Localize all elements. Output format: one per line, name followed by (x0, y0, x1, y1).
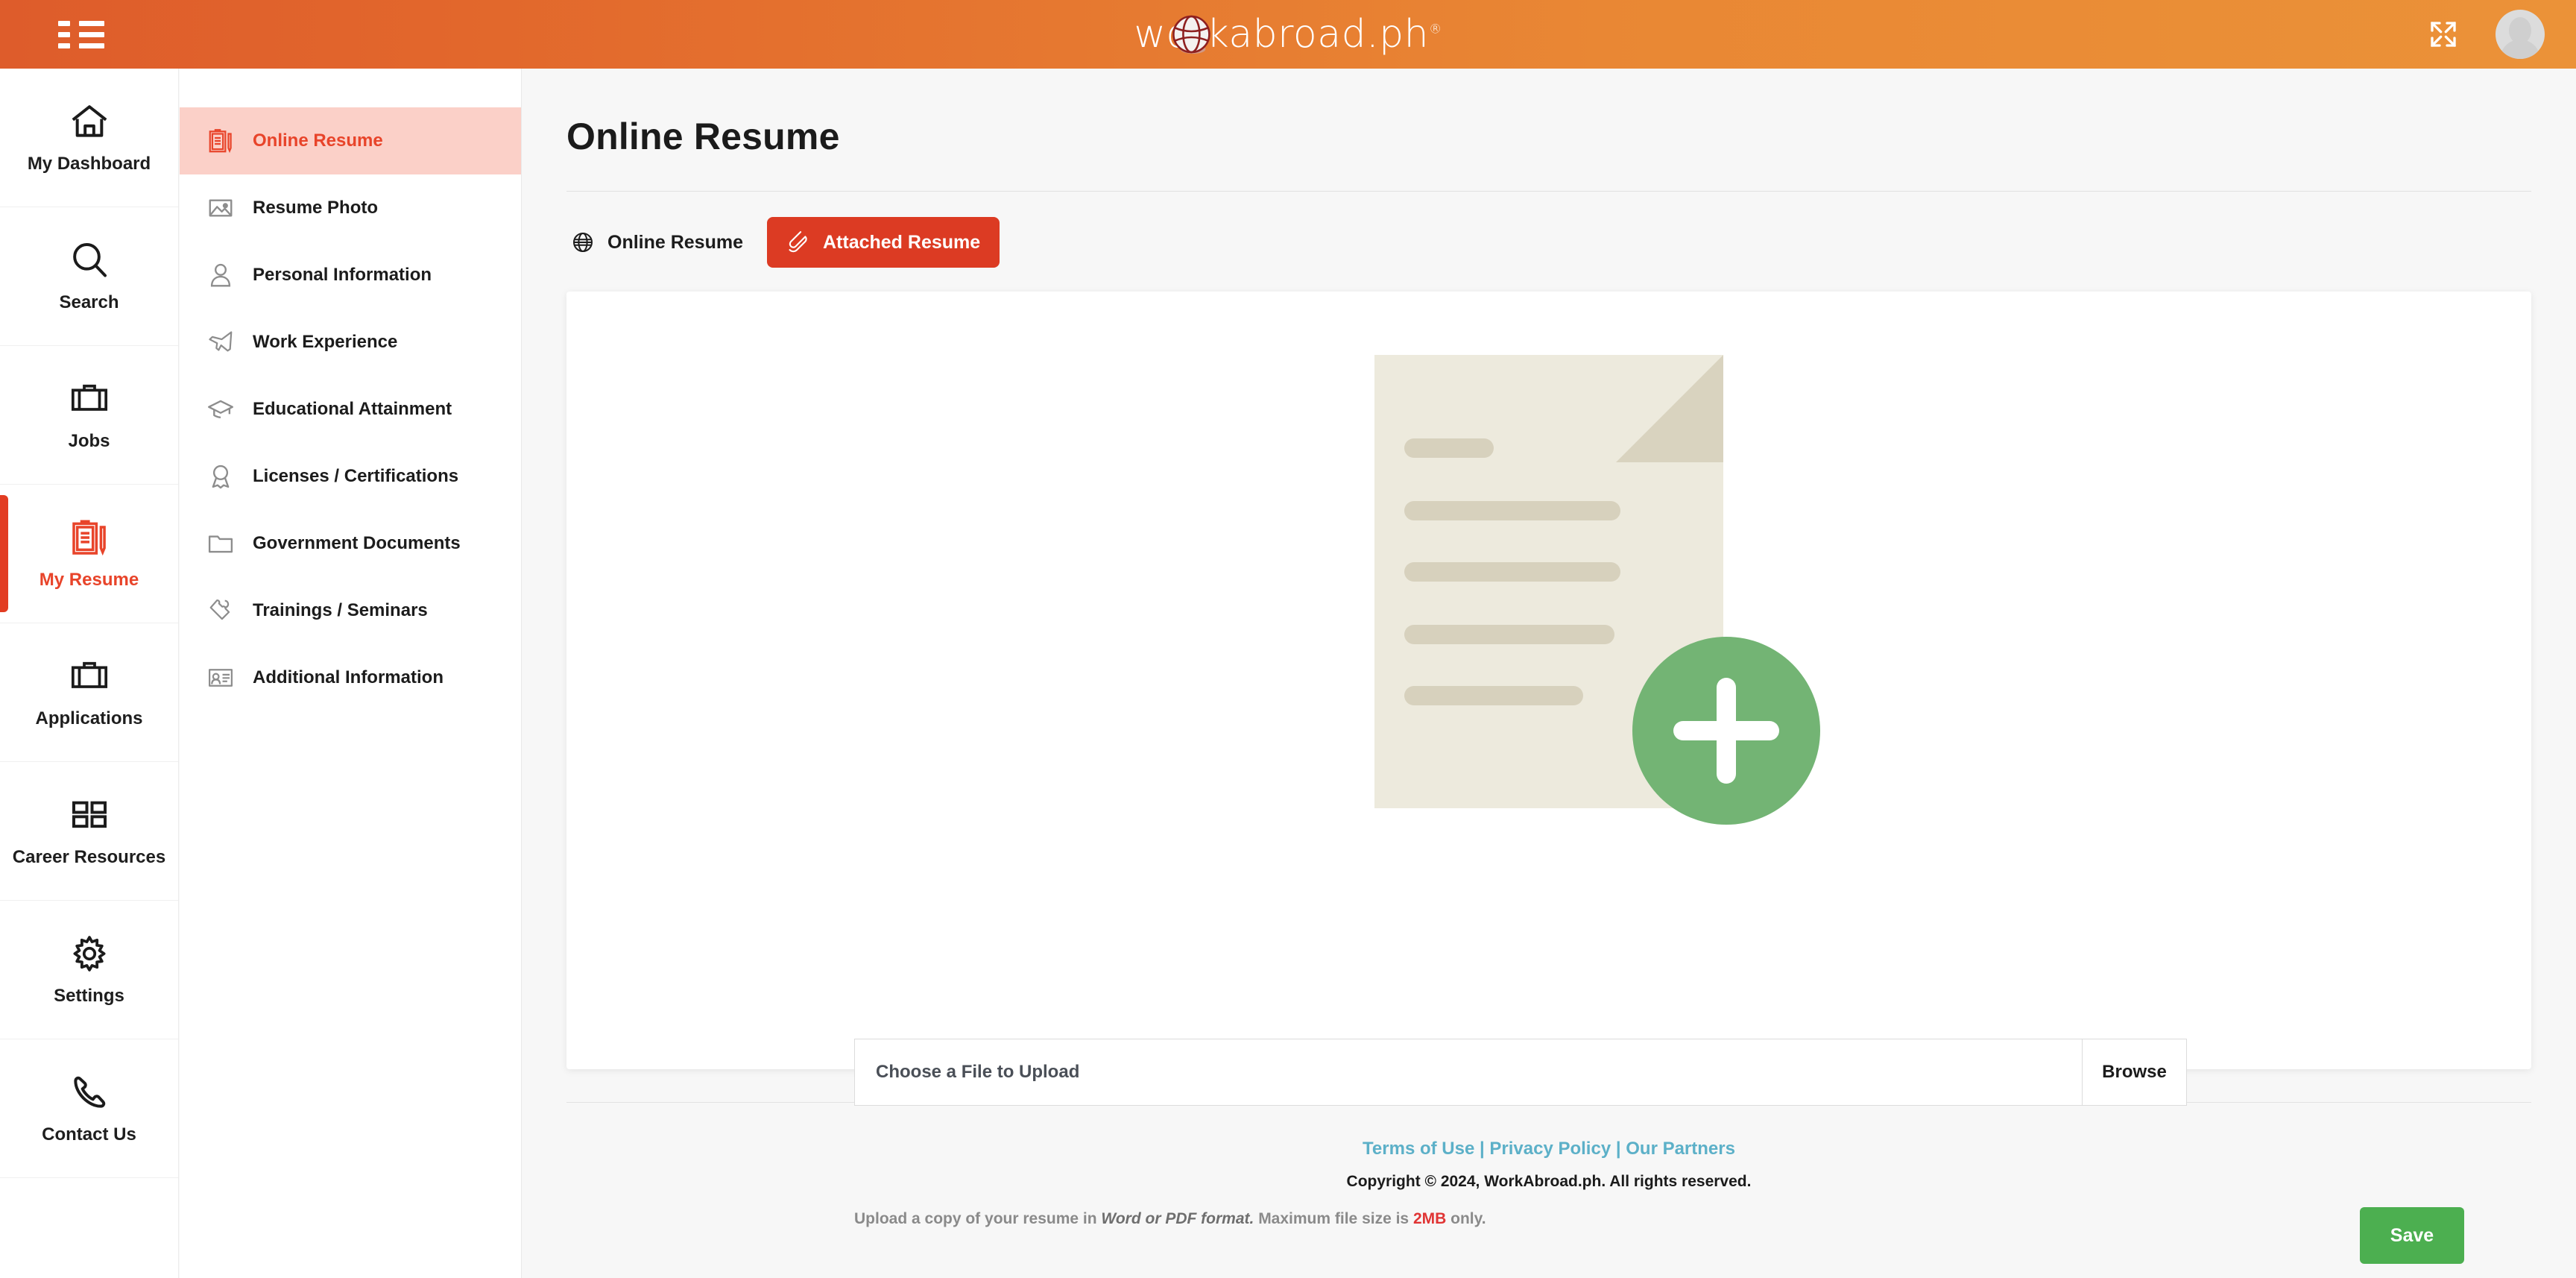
footer-separator: | (1474, 1139, 1489, 1159)
sidebar-item-label: Work Experience (253, 332, 397, 353)
sidebar-item-additional-information[interactable]: Additional Information (180, 644, 521, 711)
sidebar-item-label: Government Documents (253, 533, 461, 554)
sidebar-item-label: Contact Us (42, 1124, 136, 1146)
document-fold-corner (1616, 355, 1723, 462)
browse-button[interactable]: Browse (2083, 1039, 2187, 1106)
brand-registered-mark: ® (1429, 22, 1442, 37)
sidebar-item-applications[interactable]: Applications (0, 623, 178, 762)
sidebar-item-label: Resume Photo (253, 198, 378, 218)
avatar[interactable] (2496, 10, 2545, 59)
sidebar-item-resume-photo[interactable]: Resume Photo (180, 174, 521, 242)
sidebar-item-label: My Dashboard (28, 153, 151, 175)
globe-icon (571, 230, 595, 254)
expand-fullscreen-icon[interactable] (2428, 19, 2458, 49)
sidebar-item-label: Trainings / Seminars (253, 600, 428, 621)
brand-logo[interactable]: workabroad.ph® (1134, 12, 1442, 57)
sidebar-item-label: Search (59, 292, 119, 314)
terms-of-use-link[interactable]: Terms of Use (1363, 1139, 1474, 1159)
sidebar-item-search[interactable]: Search (0, 207, 178, 346)
sidebar-item-licenses-certifications[interactable]: Licenses / Certifications (180, 443, 521, 510)
helper-prefix: Upload a copy of your resume in (854, 1210, 1101, 1227)
sidebar-item-my-dashboard[interactable]: My Dashboard (0, 69, 178, 207)
title-divider (566, 191, 2531, 192)
sidebar-item-label: Personal Information (253, 265, 432, 286)
paperclip-icon (786, 230, 810, 254)
brand-text: workabroad.ph (1134, 12, 1429, 57)
privacy-policy-link[interactable]: Privacy Policy (1489, 1139, 1611, 1159)
copyright-text: Copyright © 2024, WorkAbroad.ph. All rig… (522, 1173, 2576, 1191)
sidebar-item-educational-attainment[interactable]: Educational Attainment (180, 376, 521, 443)
tab-label: Attached Resume (823, 232, 980, 254)
footer: Terms of Use | Privacy Policy | Our Part… (522, 1139, 2576, 1191)
sidebar-item-label: Career Resources (13, 846, 165, 869)
document-graphic (1374, 355, 1723, 808)
sidebar-item-jobs[interactable]: Jobs (0, 346, 178, 485)
sidebar-item-settings[interactable]: Settings (0, 901, 178, 1039)
helper-format: Word or PDF format. (1101, 1210, 1254, 1227)
sidebar-item-label: Licenses / Certifications (253, 466, 458, 487)
resume-sections-sidebar: Online Resume Resume Photo Personal Info… (180, 69, 522, 1278)
sidebar-item-label: Educational Attainment (253, 399, 452, 420)
sidebar-item-contact-us[interactable]: Contact Us (0, 1039, 178, 1178)
graduation-cap-icon (206, 395, 235, 424)
globe-logo-icon (1170, 15, 1212, 57)
file-upload-row: Choose a File to Upload Browse (854, 1039, 2187, 1106)
resume-type-tabs: Online Resume Attached Resume (552, 217, 2576, 268)
tab-attached-resume[interactable]: Attached Resume (767, 217, 1000, 268)
puzzle-icon (206, 596, 235, 625)
gear-icon (69, 933, 110, 975)
footer-links: Terms of Use | Privacy Policy | Our Part… (522, 1139, 2576, 1159)
helper-max-size: 2MB (1413, 1210, 1446, 1227)
search-icon (69, 239, 110, 281)
sidebar-item-label: Settings (54, 985, 124, 1007)
person-icon (206, 261, 235, 289)
footer-separator: | (1611, 1139, 1626, 1159)
clipboard-pencil-icon (69, 517, 110, 558)
header-right-controls (2428, 0, 2545, 69)
sidebar-item-career-resources[interactable]: Career Resources (0, 762, 178, 901)
document-add-illustration (1374, 355, 1723, 808)
folder-icon (206, 529, 235, 558)
sidebar-item-personal-information[interactable]: Personal Information (180, 242, 521, 309)
top-header-bar: workabroad.ph® (0, 0, 2576, 69)
sidebar-item-government-documents[interactable]: Government Documents (180, 510, 521, 577)
tab-online-resume[interactable]: Online Resume (552, 217, 763, 268)
id-card-icon (206, 664, 235, 692)
sidebar-item-online-resume[interactable]: Online Resume (180, 107, 521, 174)
briefcase-icon (69, 378, 110, 420)
sidebar-item-trainings-seminars[interactable]: Trainings / Seminars (180, 577, 521, 644)
sidebar-item-my-resume[interactable]: My Resume (0, 485, 178, 623)
file-name-display[interactable]: Choose a File to Upload (854, 1039, 2083, 1106)
our-partners-link[interactable]: Our Partners (1626, 1139, 1735, 1159)
phone-icon (69, 1071, 110, 1113)
sidebar-item-label: Additional Information (253, 667, 443, 688)
helper-middle: Maximum file size is (1254, 1210, 1413, 1227)
image-icon (206, 194, 235, 222)
helper-suffix: only. (1446, 1210, 1486, 1227)
sidebar-item-label: Applications (35, 708, 142, 730)
sidebar-item-label: Online Resume (253, 130, 383, 151)
primary-sidebar: My Dashboard Search Jobs My Resume Appli… (0, 69, 179, 1278)
attached-resume-card: Choose a File to Upload Browse Upload a … (566, 292, 2531, 1069)
sidebar-item-label: My Resume (40, 569, 139, 591)
save-button[interactable]: Save (2360, 1207, 2464, 1264)
sidebar-item-label: Jobs (68, 430, 110, 453)
sidebar-item-work-experience[interactable]: Work Experience (180, 309, 521, 376)
clipboard-pencil-icon (206, 127, 235, 155)
list-menu-icon[interactable] (58, 16, 107, 52)
upload-helper-text: Upload a copy of your resume in Word or … (854, 1210, 1486, 1228)
tab-label: Online Resume (607, 232, 743, 254)
award-ribbon-icon (206, 462, 235, 491)
grid-squares-icon (69, 794, 110, 836)
add-file-plus-icon[interactable] (1632, 637, 1820, 825)
page-title: Online Resume (566, 115, 2576, 158)
airplane-icon (206, 328, 235, 356)
home-icon (69, 101, 110, 142)
briefcase-icon (69, 655, 110, 697)
main-content: Online Resume Online Resume Attached Res… (522, 69, 2576, 1278)
